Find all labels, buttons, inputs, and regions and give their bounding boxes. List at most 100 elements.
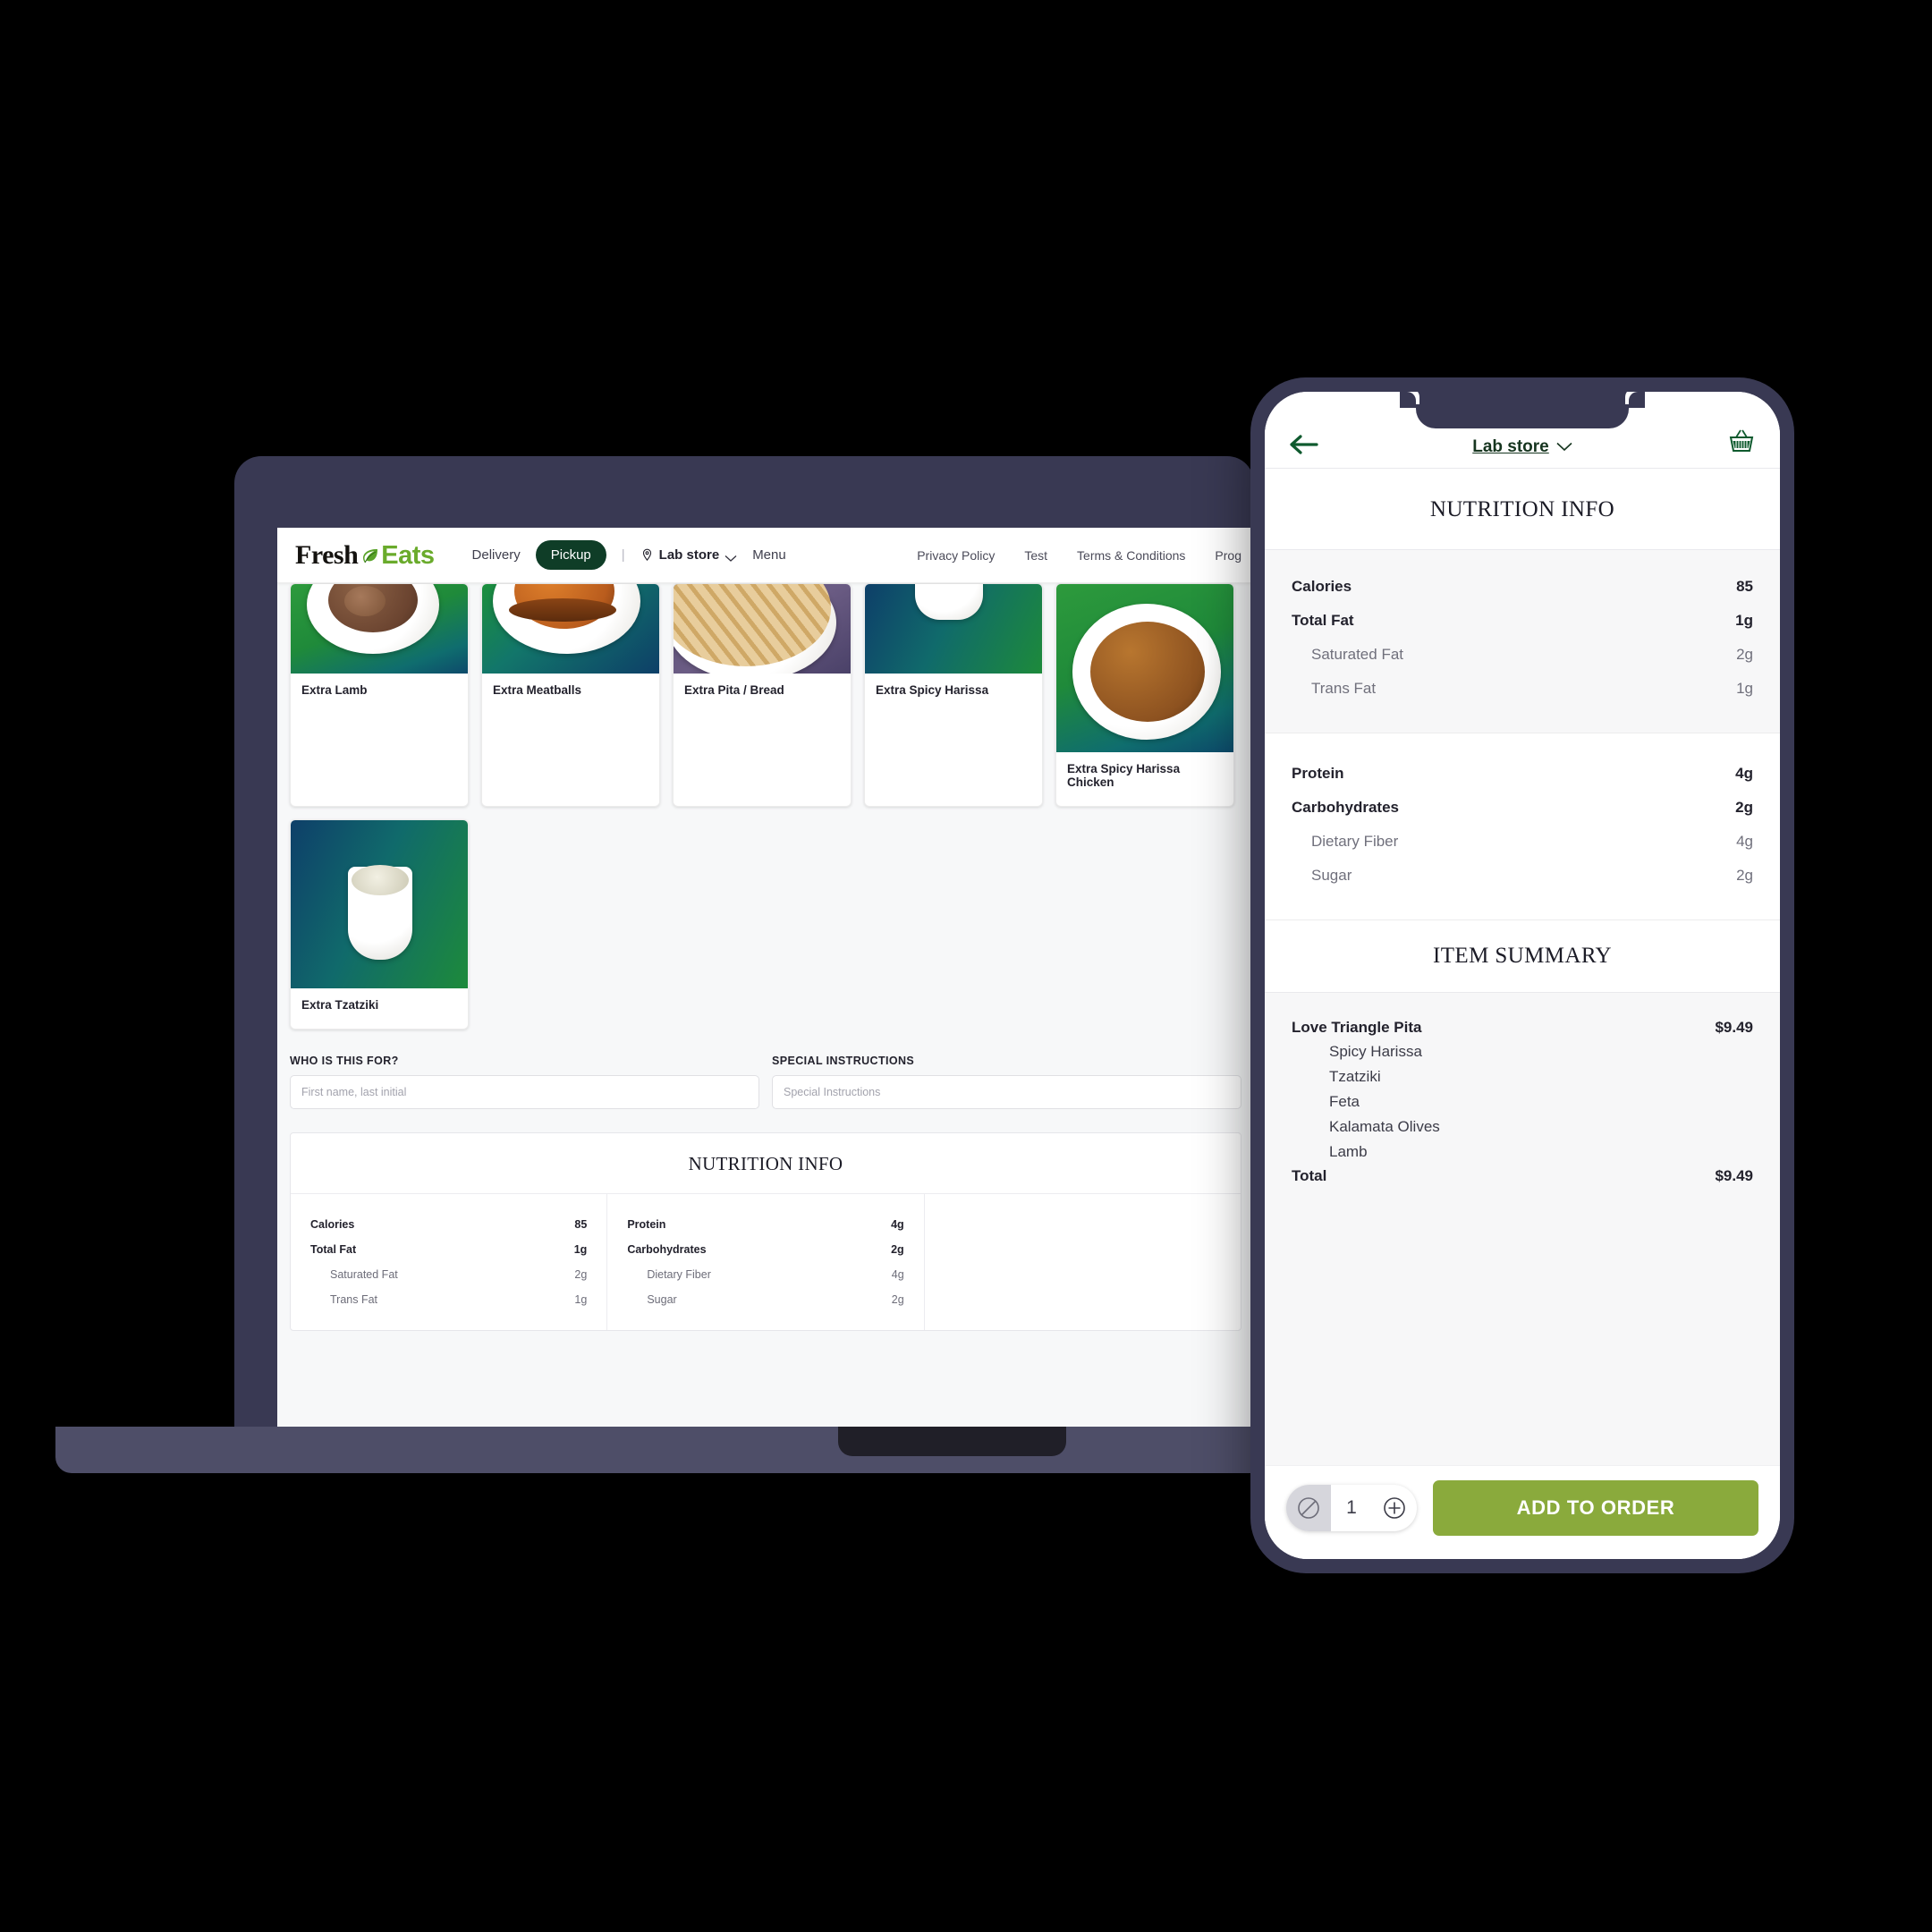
nutrition-label: Saturated Fat: [330, 1268, 398, 1281]
nutrition-row: Dietary Fiber 4g: [627, 1262, 903, 1287]
card-image: [291, 820, 468, 988]
nutrition-label: Total Fat: [1292, 612, 1354, 629]
desktop-body: Extra Lamb Extra Meatballs Extra Pita / …: [277, 583, 1254, 1427]
store-selector[interactable]: Lab store: [640, 547, 738, 563]
nutrition-column-right: Protein 4g Carbohydrates 2g Dietary Fibe…: [607, 1194, 925, 1330]
desktop-nutrition-panel: NUTRITION INFO Calories 85 Total Fat 1g: [290, 1132, 1241, 1331]
nutrition-label: Sugar: [647, 1293, 677, 1306]
modifier-card[interactable]: Extra Pita / Bread: [673, 583, 852, 807]
nav-test[interactable]: Test: [1024, 548, 1047, 563]
nutrition-value: 1g: [1735, 612, 1753, 629]
nutrition-row: Carbohydrates 2g: [627, 1237, 903, 1262]
nutrition-row: Saturated Fat 2g: [1292, 638, 1753, 672]
card-label: Extra Meatballs: [493, 683, 582, 697]
nav-delivery[interactable]: Delivery: [472, 547, 521, 563]
location-pin-icon: [640, 548, 654, 562]
nutrition-label: Trans Fat: [1311, 680, 1377, 697]
modifier-card[interactable]: Extra Lamb: [290, 583, 469, 807]
nutrition-value: 85: [1736, 578, 1753, 595]
modifier-card[interactable]: Extra Spicy Harissa: [864, 583, 1043, 807]
leaf-icon: [360, 542, 378, 563]
quantity-value[interactable]: 1: [1331, 1497, 1372, 1519]
card-label: Extra Tzatziki: [301, 998, 379, 1012]
nutrition-label: Calories: [1292, 578, 1352, 595]
nutrition-value: 4g: [891, 1268, 904, 1281]
phone-store-label: Lab store: [1472, 437, 1549, 456]
card-image: [291, 584, 468, 674]
nutrition-label: Dietary Fiber: [647, 1268, 711, 1281]
nutrition-value: 4g: [891, 1218, 904, 1231]
summary-option: Spicy Harissa: [1329, 1043, 1422, 1060]
modifier-card[interactable]: Extra Tzatziki: [290, 819, 469, 1030]
nav-menu[interactable]: Menu: [752, 547, 786, 563]
nutrition-column-left: Calories 85 Total Fat 1g Saturated Fat 2…: [291, 1194, 608, 1330]
phone-screen: Lab store NUTRITION INFO Calories 85 Tot…: [1265, 392, 1780, 1559]
nutrition-label: Calories: [310, 1218, 355, 1231]
desktop-nav-left: Delivery Pickup | Lab store Menu: [472, 540, 786, 570]
back-arrow-icon[interactable]: [1288, 432, 1318, 457]
nutrition-row: Trans Fat 1g: [1292, 672, 1753, 706]
nav-pickup-pill[interactable]: Pickup: [535, 540, 606, 570]
nutrition-row: Sugar 2g: [627, 1287, 903, 1312]
nutrition-value: 1g: [574, 1293, 588, 1306]
nutrition-column-empty: [925, 1194, 1241, 1330]
desktop-nutrition-title: NUTRITION INFO: [291, 1133, 1241, 1194]
laptop-mockup: Fresh Eats Delivery Pickup | Lab store M…: [55, 456, 1674, 1473]
nav-privacy-policy[interactable]: Privacy Policy: [917, 548, 995, 563]
desktop-nav-right: Privacy Policy Test Terms & Conditions P…: [917, 528, 1254, 583]
laptop-screen: Fresh Eats Delivery Pickup | Lab store M…: [277, 528, 1254, 1427]
summary-total-label: Total: [1292, 1167, 1327, 1184]
nav-programs-truncated[interactable]: Prog: [1215, 548, 1241, 563]
modifier-card-grid: Extra Lamb Extra Meatballs Extra Pita / …: [290, 583, 1241, 1030]
card-label: Extra Lamb: [301, 683, 368, 697]
card-image: [674, 584, 851, 674]
nutrition-value: 2g: [1736, 867, 1753, 884]
summary-option: Feta: [1329, 1093, 1360, 1110]
desktop-header: Fresh Eats Delivery Pickup | Lab store M…: [277, 528, 1254, 583]
nutrition-value: 2g: [574, 1268, 588, 1281]
nutrition-label: Carbohydrates: [627, 1243, 707, 1256]
nutrition-row: Protein 4g: [627, 1212, 903, 1237]
phone-nutrition-title: NUTRITION INFO: [1265, 469, 1780, 550]
order-form-row: WHO IS THIS FOR? First name, last initia…: [290, 1055, 1241, 1109]
decrement-button[interactable]: [1286, 1485, 1331, 1531]
increment-button[interactable]: [1372, 1485, 1417, 1531]
add-to-order-button[interactable]: ADD TO ORDER: [1433, 1480, 1758, 1536]
special-instructions-input[interactable]: Special Instructions: [772, 1075, 1241, 1109]
summary-item-price: $9.49: [1715, 1019, 1753, 1036]
store-label: Lab store: [658, 547, 720, 563]
card-label: Extra Pita / Bread: [684, 683, 784, 697]
nutrition-label: Protein: [1292, 765, 1344, 782]
nutrition-label: Protein: [627, 1218, 666, 1231]
phone-item-summary-title: ITEM SUMMARY: [1265, 919, 1780, 993]
nav-separator: |: [621, 547, 625, 563]
nutrition-label: Saturated Fat: [1311, 646, 1404, 663]
nutrition-row: Carbohydrates 2g: [1292, 791, 1753, 825]
special-instructions-group: SPECIAL INSTRUCTIONS Special Instruction…: [772, 1055, 1241, 1109]
nutrition-value: 85: [574, 1218, 588, 1231]
nutrition-row: Dietary Fiber 4g: [1292, 825, 1753, 859]
nutrition-value: 2g: [891, 1243, 904, 1256]
nutrition-row: Protein 4g: [1292, 757, 1753, 791]
card-image: [482, 584, 659, 674]
shopping-basket-icon[interactable]: [1726, 427, 1757, 457]
modifier-card[interactable]: Extra Meatballs: [481, 583, 660, 807]
special-instructions-label: SPECIAL INSTRUCTIONS: [772, 1055, 915, 1067]
card-image: [1056, 584, 1233, 752]
card-label: Extra Spicy Harissa: [876, 683, 989, 697]
nutrition-row: Sugar 2g: [1292, 859, 1753, 893]
nutrition-label: Carbohydrates: [1292, 799, 1399, 816]
nav-terms-conditions[interactable]: Terms & Conditions: [1077, 548, 1185, 563]
chevron-down-icon: [724, 551, 737, 562]
phone-store-selector[interactable]: Lab store: [1472, 437, 1572, 457]
modifier-card[interactable]: Extra Spicy Harissa Chicken: [1055, 583, 1234, 807]
phone-item-summary: Love Triangle Pita $9.49 Spicy Harissa T…: [1265, 993, 1780, 1465]
summary-total-price: $9.49: [1715, 1167, 1753, 1184]
nutrition-row: Total Fat 1g: [1292, 604, 1753, 638]
who-is-this-for-input[interactable]: First name, last initial: [290, 1075, 759, 1109]
nutrition-row: Calories 85: [310, 1212, 587, 1237]
brand-logo[interactable]: Fresh Eats: [295, 540, 435, 571]
card-label: Extra Spicy Harissa Chicken: [1067, 762, 1181, 789]
nutrition-label: Trans Fat: [330, 1293, 378, 1306]
summary-item-name: Love Triangle Pita: [1292, 1019, 1422, 1036]
